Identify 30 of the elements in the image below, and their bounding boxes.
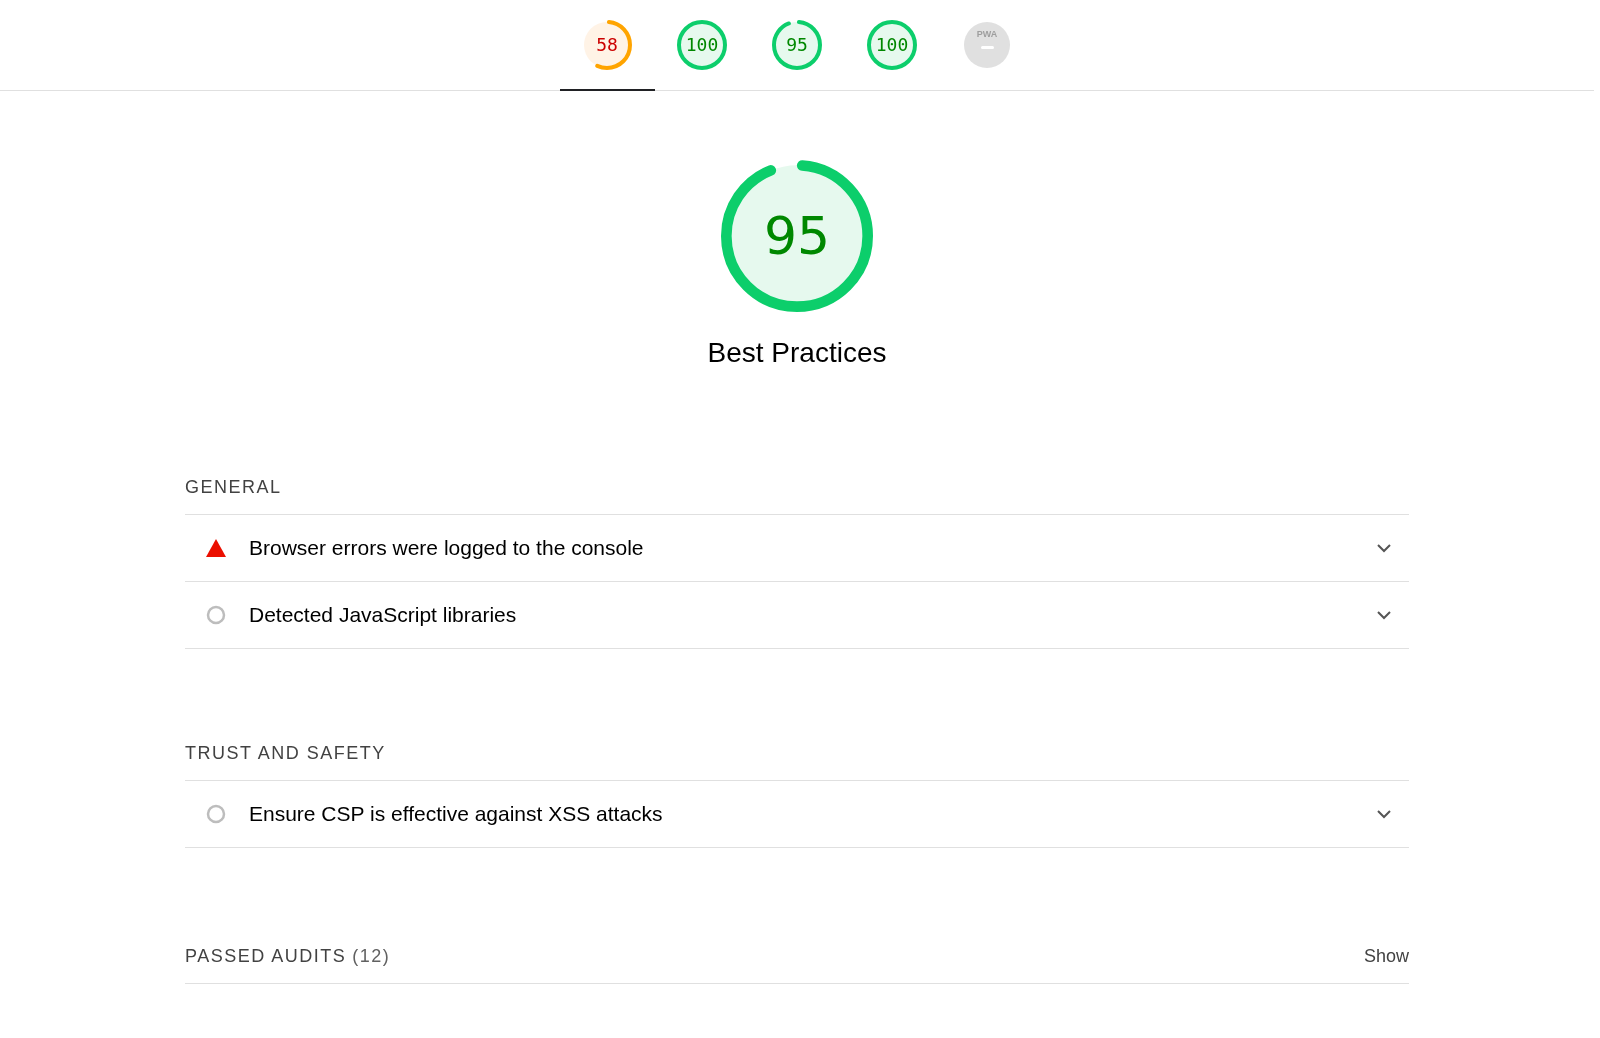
audit-row[interactable]: Ensure CSP is effective against XSS attacks: [185, 781, 1409, 848]
audit-title: Ensure CSP is effective against XSS attacks: [249, 802, 664, 826]
score-gauge: [677, 19, 727, 70]
audit-row[interactable]: Detected JavaScript libraries: [185, 582, 1409, 649]
audit-row[interactable]: Browser errors were logged to the console: [185, 515, 1409, 582]
gauge-label: PWA: [976, 28, 998, 39]
score-tab[interactable]: 100: [654, 0, 750, 91]
score-gauge: [582, 19, 632, 70]
score-value: 58: [596, 34, 618, 55]
audit-title: Browser errors were logged to the console: [249, 536, 645, 560]
score-value: 95: [763, 206, 831, 266]
show-link[interactable]: Show: [1363, 946, 1409, 967]
audit-count: (12): [352, 946, 392, 967]
score-value: 100: [875, 34, 909, 55]
section-heading: PASSED AUDITS: [185, 946, 347, 967]
score-value: 95: [786, 34, 808, 55]
section-heading: TRUST AND SAFETY: [185, 743, 1409, 781]
score-tab[interactable]: 100: [844, 0, 940, 91]
score-gauge: [962, 19, 1012, 70]
score-tab[interactable]: 58: [559, 0, 655, 91]
score-gauge: [772, 19, 822, 70]
chevron-down-icon[interactable]: [1377, 543, 1391, 553]
category-title: Best Practices: [707, 337, 887, 369]
chevron-down-icon[interactable]: [1377, 610, 1391, 620]
score-gauge: [867, 19, 917, 70]
chevron-down-icon[interactable]: [1377, 809, 1391, 819]
score-tab[interactable]: 95: [749, 0, 845, 91]
score-value: 100: [685, 34, 719, 55]
section-heading: GENERAL: [185, 477, 1409, 515]
audit-title: Detected JavaScript libraries: [249, 603, 518, 627]
